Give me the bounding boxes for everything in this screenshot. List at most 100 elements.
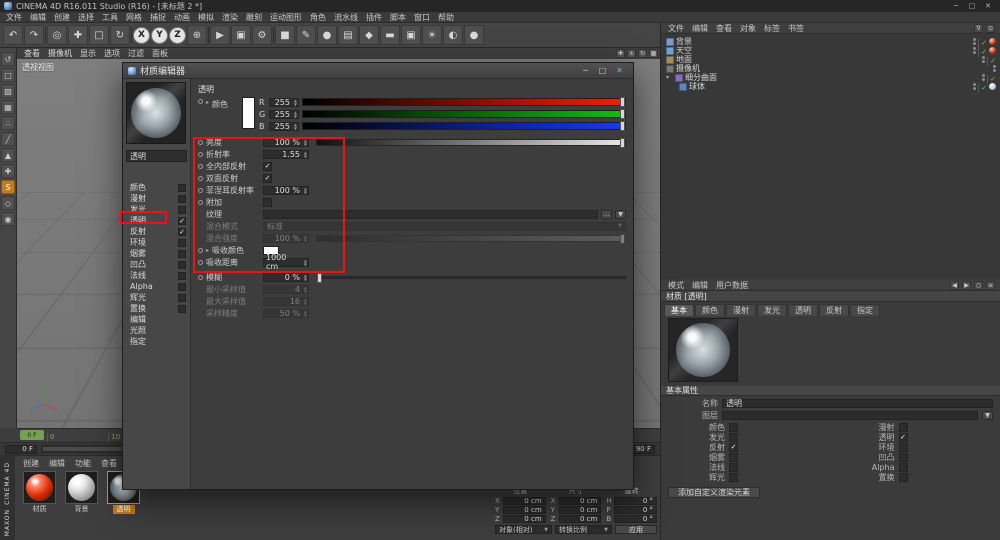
coordinate-field[interactable]: 0 cm	[559, 506, 602, 514]
points-mode-icon[interactable]: ∴	[1, 116, 15, 130]
absorption-distance-field[interactable]: 1000 cm	[263, 258, 309, 267]
visibility-dots[interactable]	[973, 83, 976, 90]
undo-icon[interactable]: ↶	[3, 25, 23, 45]
attribute-manager-menu-item[interactable]: 编辑	[688, 280, 712, 291]
coordinate-mode-dropdown[interactable]: 对象(相对)▼	[495, 525, 552, 534]
material-editor-preview[interactable]	[126, 82, 186, 144]
rgb-gradient-slider[interactable]	[302, 122, 626, 130]
solo-mode-icon[interactable]: ◉	[1, 212, 15, 226]
material-name[interactable]: 背景	[71, 505, 93, 514]
material-name-field[interactable]: 透明	[126, 150, 187, 162]
anim-dot-icon[interactable]	[198, 176, 203, 181]
array-icon[interactable]: ◆	[359, 25, 379, 45]
menu-item[interactable]: 创建	[50, 12, 74, 23]
filter-icon[interactable]: ∇	[974, 24, 983, 33]
menu-item[interactable]: 运动图形	[266, 12, 306, 23]
minimize-button[interactable]: ─	[948, 1, 964, 12]
channel-item-checkbox[interactable]	[178, 305, 186, 313]
channel-item[interactable]: 法线	[123, 270, 190, 281]
channel-checkbox[interactable]	[899, 433, 908, 442]
anim-dot-icon[interactable]	[198, 188, 203, 193]
menu-item[interactable]: 编辑	[26, 12, 50, 23]
menu-item[interactable]: 帮助	[434, 12, 458, 23]
expand-triangle-icon[interactable]: ▸	[206, 247, 209, 254]
scale-tool-icon[interactable]: □	[89, 25, 109, 45]
channel-item-checkbox[interactable]	[178, 206, 186, 214]
object-manager-menu-item[interactable]: 编辑	[688, 23, 712, 34]
object-manager-menu-item[interactable]: 查看	[712, 23, 736, 34]
render-settings-icon[interactable]: ⚙	[252, 25, 272, 45]
blurriness-field[interactable]: 0 %	[263, 273, 309, 282]
snap-icon[interactable]: S	[1, 180, 15, 194]
coordinate-field[interactable]: 0 cm	[559, 515, 602, 523]
frame-start-field[interactable]: 0 F	[5, 445, 37, 454]
coordinate-field[interactable]: 0 °	[614, 497, 657, 505]
anim-dot-icon[interactable]	[198, 275, 203, 280]
anim-dot-icon[interactable]	[198, 260, 203, 265]
channel-item-checkbox[interactable]	[178, 217, 186, 225]
channel-item[interactable]: 透明	[123, 215, 190, 226]
dialog-minimize-button[interactable]: ─	[577, 65, 594, 77]
menu-item[interactable]: 模拟	[194, 12, 218, 23]
channel-item-checkbox[interactable]	[178, 228, 186, 236]
material-icon[interactable]: ●	[464, 25, 484, 45]
live-selection-icon[interactable]: ◎	[47, 25, 67, 45]
channel-item-checkbox[interactable]	[178, 261, 186, 269]
blurriness-slider[interactable]	[316, 276, 626, 279]
texture-browse-button[interactable]: ...	[601, 210, 612, 219]
slider-handle[interactable]	[620, 97, 625, 107]
material-preview[interactable]	[668, 318, 738, 382]
subdivision-surface-icon[interactable]: ●	[317, 25, 337, 45]
channel-item-checkbox[interactable]	[178, 283, 186, 291]
channel-item-checkbox[interactable]	[178, 239, 186, 247]
menu-item[interactable]: 捕捉	[146, 12, 170, 23]
z-axis-lock-icon[interactable]: Z	[169, 27, 186, 44]
redo-icon[interactable]: ↷	[24, 25, 44, 45]
back-icon[interactable]: ◀	[950, 281, 959, 290]
rgb-value-field[interactable]: 255	[269, 98, 299, 107]
material-name-input[interactable]: 透明	[722, 399, 993, 408]
edges-mode-icon[interactable]: ╱	[1, 132, 15, 146]
coordinate-field[interactable]: 0 cm	[559, 497, 602, 505]
channel-item-checkbox[interactable]	[178, 184, 186, 192]
brightness-slider[interactable]	[316, 139, 626, 146]
attribute-tab[interactable]: 基本	[664, 304, 694, 316]
material-menu-item[interactable]: 创建	[18, 458, 44, 469]
coordinate-field[interactable]: 0 cm	[503, 497, 546, 505]
render-view-icon[interactable]: ▶	[210, 25, 230, 45]
coordinate-field[interactable]: 0 °	[614, 506, 657, 514]
toolbar-separator[interactable]	[208, 27, 209, 43]
panel-menu-icon[interactable]: ≡	[986, 281, 995, 290]
channel-item[interactable]: 辉光	[123, 292, 190, 303]
object-manager-menu-item[interactable]: 文件	[664, 23, 688, 34]
enabled-check-icon[interactable]: ✓	[978, 84, 987, 93]
channel-item[interactable]: 反射	[123, 226, 190, 237]
menu-item[interactable]: 角色	[306, 12, 330, 23]
search-icon[interactable]: ⊙	[986, 24, 995, 33]
channel-item[interactable]: Alpha	[123, 281, 190, 292]
material-name[interactable]: 材质	[29, 505, 51, 514]
coordinate-field[interactable]: 0 °	[614, 515, 657, 523]
polygons-mode-icon[interactable]: ▲	[1, 148, 15, 162]
rgb-gradient-slider[interactable]	[302, 110, 626, 118]
channel-checkbox[interactable]	[729, 423, 738, 432]
object-manager-menu-item[interactable]: 标签	[760, 23, 784, 34]
menu-item[interactable]: 工具	[98, 12, 122, 23]
channel-checkbox[interactable]	[899, 443, 908, 452]
coordinate-field[interactable]: 0 cm	[503, 515, 546, 523]
make-editable-icon[interactable]: ↺	[1, 52, 15, 66]
channel-item[interactable]: 置换	[123, 303, 190, 314]
expand-icon[interactable]: ▾	[666, 74, 673, 81]
material-menu-item[interactable]: 功能	[70, 458, 96, 469]
extrude-icon[interactable]: ▤	[338, 25, 358, 45]
workplane-lock-icon[interactable]: ◇	[1, 196, 15, 210]
forward-icon[interactable]: ▶	[962, 281, 971, 290]
rgb-gradient-slider[interactable]	[302, 98, 626, 106]
menu-item[interactable]: 选择	[74, 12, 98, 23]
channel-item[interactable]: 指定	[123, 336, 190, 347]
refraction-field[interactable]: 1.55	[263, 150, 309, 159]
menu-item[interactable]: 脚本	[386, 12, 410, 23]
channel-checkbox[interactable]	[729, 463, 738, 472]
rgb-value-field[interactable]: 255	[269, 122, 299, 131]
coordinate-system-icon[interactable]: ⊕	[187, 25, 207, 45]
